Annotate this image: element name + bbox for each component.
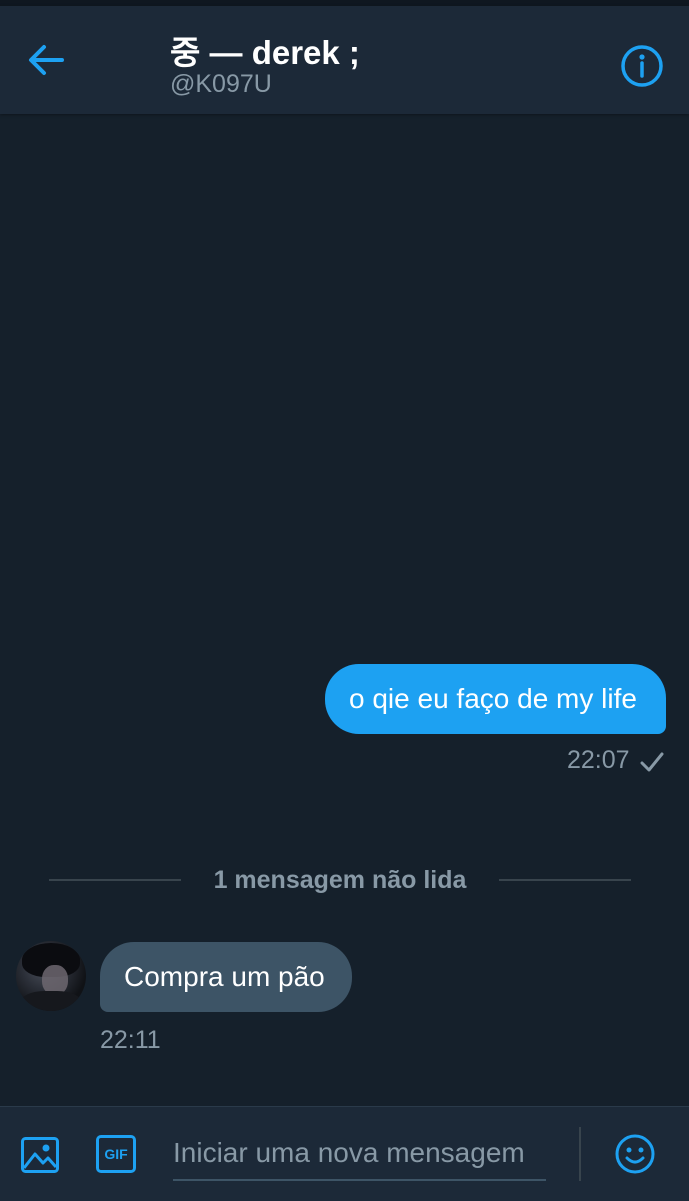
back-button[interactable] [22, 36, 70, 84]
received-message-bubble[interactable]: Compra um pão [100, 942, 352, 1012]
image-icon [21, 1137, 59, 1173]
composer-separator [579, 1127, 581, 1181]
sent-message-time: 22:07 [567, 746, 630, 774]
gif-button[interactable]: GIF [96, 1135, 136, 1173]
emoji-button[interactable] [614, 1133, 656, 1175]
avatar[interactable] [16, 941, 86, 1011]
sent-message-bubble[interactable]: o qie eu faço de my life [325, 664, 666, 734]
conversation-title[interactable]: 중 — derek ; [170, 26, 360, 74]
conversation-header: 중 — derek ; @K097U [0, 6, 689, 114]
arrow-left-icon [29, 45, 64, 75]
conversation-handle: @K097U [170, 70, 272, 98]
unread-divider-line-right [499, 879, 631, 881]
add-image-button[interactable] [20, 1135, 60, 1175]
check-icon [640, 752, 664, 772]
unread-divider-label: 1 mensagem não lida [213, 866, 467, 894]
emoji-icon [615, 1134, 655, 1174]
received-message-time: 22:11 [100, 1026, 161, 1054]
info-button[interactable] [619, 43, 665, 89]
info-circle-icon [621, 45, 663, 87]
message-composer: GIF [0, 1106, 689, 1201]
message-input[interactable] [173, 1127, 546, 1181]
unread-divider-line-left [49, 879, 181, 881]
